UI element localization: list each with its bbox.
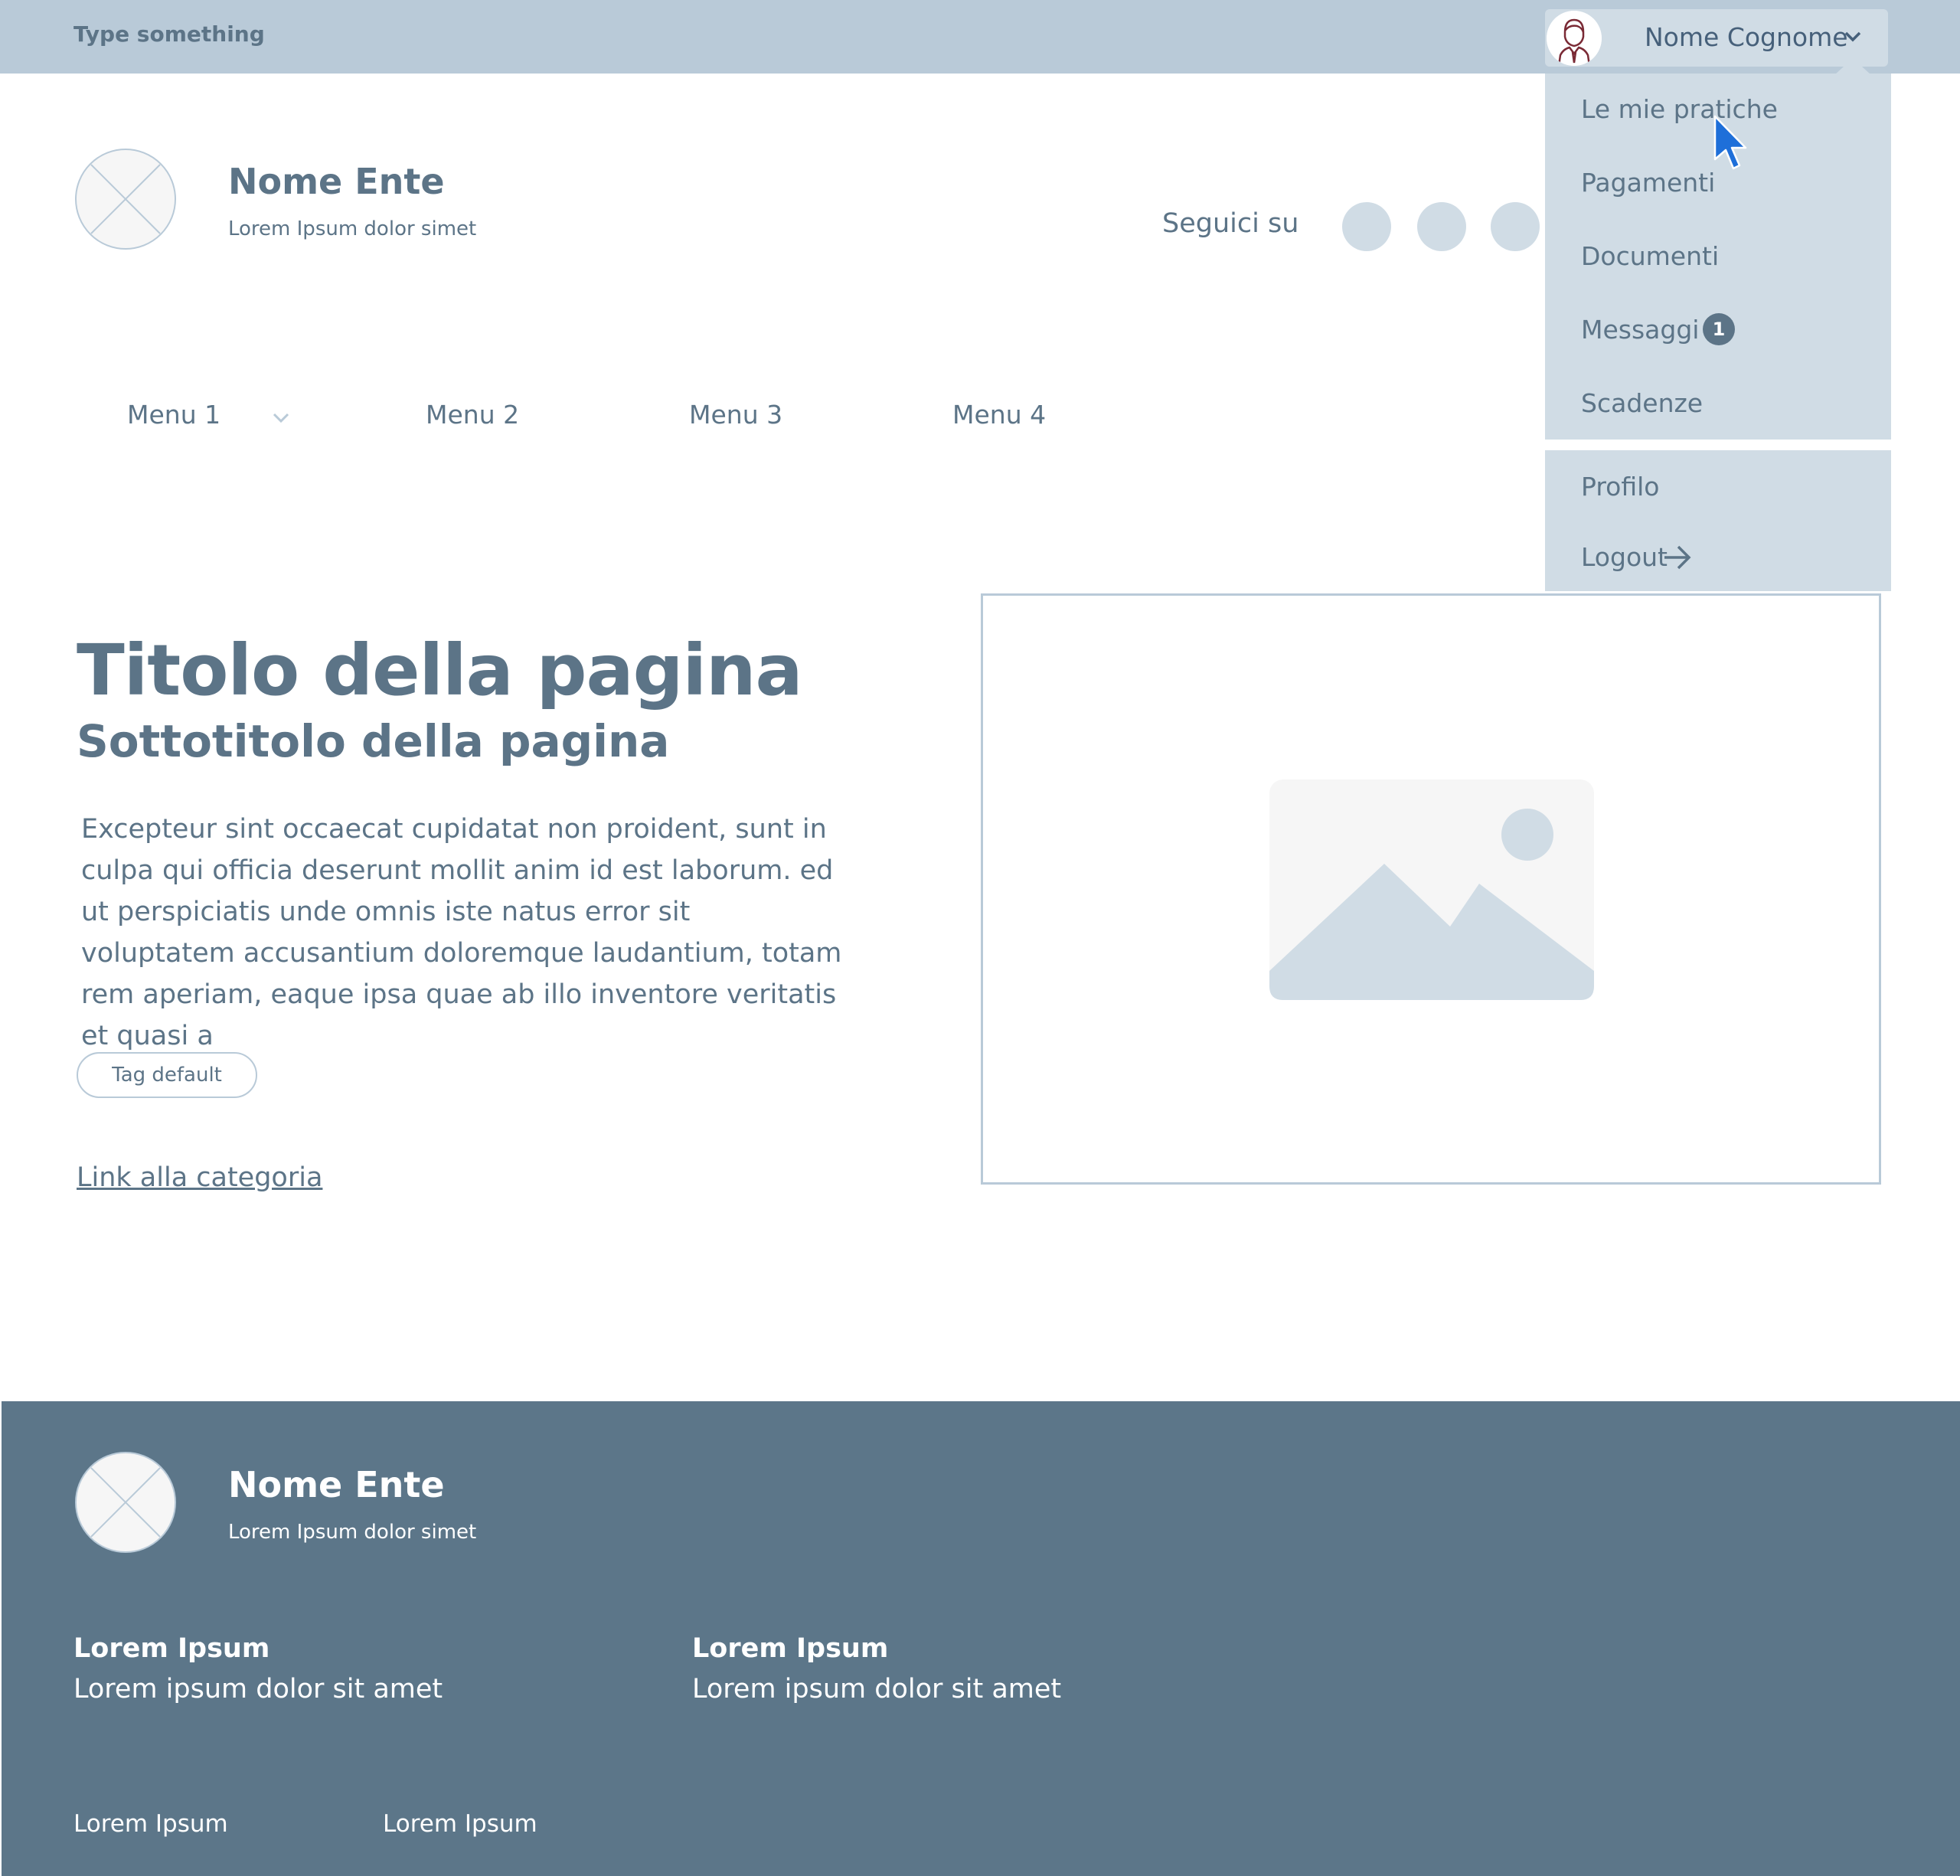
image-placeholder-icon	[1269, 779, 1594, 1000]
follow-us-label: Seguici su	[1162, 208, 1299, 239]
dropdown-item-logout[interactable]: Logout	[1581, 542, 1668, 572]
mouse-cursor-icon	[1713, 115, 1747, 170]
user-name[interactable]: Nome Cognome	[1645, 22, 1848, 52]
footer-entity-name: Nome Ente	[228, 1464, 445, 1505]
footer-column-text: Lorem ipsum dolor sit amet	[74, 1674, 443, 1704]
footer-logo-placeholder	[75, 1452, 176, 1553]
footer-entity-tagline: Lorem Ipsum dolor simet	[228, 1521, 477, 1544]
arrow-right-icon[interactable]	[1663, 544, 1692, 570]
nav-menu-4[interactable]: Menu 4	[952, 400, 1046, 430]
footer-column-heading: Lorem Ipsum	[74, 1633, 270, 1664]
placeholder-x-icon	[90, 1467, 161, 1538]
social-icon[interactable]	[1417, 202, 1466, 251]
footer-column-text: Lorem ipsum dolor sit amet	[692, 1674, 1062, 1704]
placeholder-x-icon	[90, 164, 161, 234]
entity-name: Nome Ente	[228, 161, 445, 202]
dropdown-item-messaggi[interactable]: Messaggi	[1581, 315, 1699, 345]
footer-column-heading: Lorem Ipsum	[692, 1633, 889, 1664]
user-avatar-icon	[1547, 11, 1602, 66]
nav-menu-2[interactable]: Menu 2	[426, 400, 519, 430]
nav-menu-3[interactable]: Menu 3	[689, 400, 782, 430]
dropdown-item-pagamenti[interactable]: Pagamenti	[1581, 168, 1715, 198]
dropdown-item-scadenze[interactable]: Scadenze	[1581, 388, 1703, 418]
social-icon[interactable]	[1342, 202, 1391, 251]
logo-placeholder	[75, 149, 176, 250]
chevron-down-icon[interactable]	[1844, 31, 1862, 43]
dropdown-pointer	[1834, 58, 1871, 75]
page-title: Titolo della pagina	[77, 629, 803, 711]
messages-count-badge: 1	[1703, 313, 1735, 345]
footer-link[interactable]: Lorem Ipsum	[383, 1810, 537, 1838]
dropdown-item-profilo[interactable]: Profilo	[1581, 472, 1660, 502]
page-subtitle: Sottotitolo della pagina	[77, 715, 670, 767]
nav-menu-1[interactable]: Menu 1	[127, 400, 220, 430]
footer-link[interactable]: Lorem Ipsum	[74, 1810, 228, 1838]
chevron-down-icon[interactable]	[272, 412, 290, 424]
dropdown-item-documenti[interactable]: Documenti	[1581, 241, 1719, 271]
search-placeholder[interactable]: Type something	[74, 21, 265, 47]
entity-tagline: Lorem Ipsum dolor simet	[228, 217, 477, 240]
tag-chip[interactable]: Tag default	[77, 1052, 257, 1098]
page-description: Excepteur sint occaecat cupidatat non pr…	[81, 814, 842, 1051]
social-icon[interactable]	[1491, 202, 1540, 251]
avatar[interactable]	[1547, 11, 1602, 66]
category-link[interactable]: Link alla categoria	[77, 1162, 322, 1193]
